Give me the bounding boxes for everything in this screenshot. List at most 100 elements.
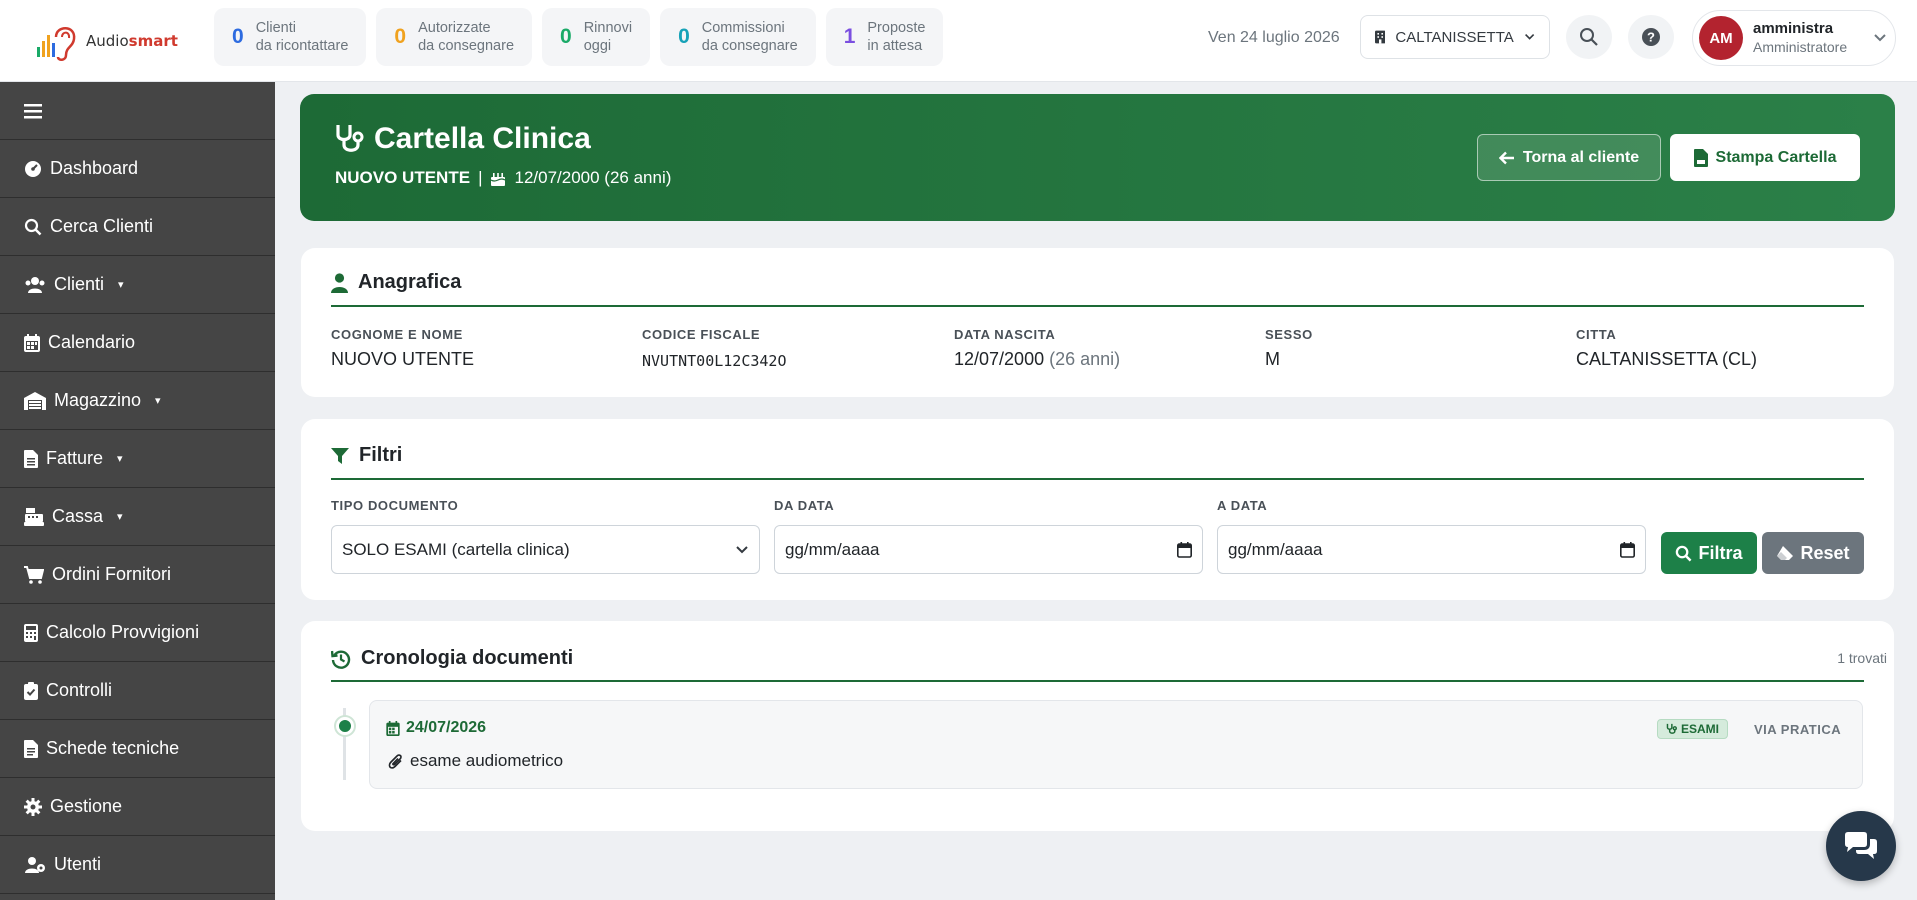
user-role: Amministratore (1753, 39, 1848, 55)
field-label-sesso: SESSO (1265, 327, 1313, 342)
tipo-documento-select[interactable]: SOLO ESAMI (cartella clinica) (331, 525, 760, 574)
counter-commissioni[interactable]: 0 Commissioni da consegnare (660, 8, 816, 66)
file-pdf-icon (1693, 148, 1708, 167)
sidebar-item-label: Magazzino (54, 390, 142, 410)
back-to-client-label: Torna al cliente (1522, 148, 1640, 166)
sidebar-item-cerca-clienti[interactable]: Cerca Clienti (0, 198, 275, 256)
field-value-nome: NUOVO UTENTE (331, 349, 475, 369)
da-data-placeholder: gg/mm/aaaa (785, 539, 880, 559)
gauge-icon (25, 160, 41, 177)
user-icon (331, 272, 348, 293)
history-icon (331, 650, 351, 669)
clipboard-check-icon (24, 681, 38, 700)
entry-description: esame audiometrico (388, 751, 563, 771)
stethoscope-icon (336, 125, 364, 152)
field-value-data-nascita: 12/07/2000 (26 anni) (954, 349, 1121, 369)
field-value-citta: CALTANISSETTA (CL) (1576, 349, 1758, 369)
status-badge-text: ESAMI (1681, 722, 1720, 736)
eraser-icon (1777, 546, 1794, 560)
chat-button[interactable] (1826, 811, 1896, 881)
sidebar-item-clienti[interactable]: Clienti ▾ (0, 256, 275, 314)
reset-button[interactable]: Reset (1762, 532, 1864, 574)
counter-value: 0 (678, 25, 690, 48)
patient-summary: NUOVO UTENTE | 12/07/2000 (26 anni) (335, 168, 671, 188)
timeline-entry[interactable]: 24/07/2026 esame audiometrico ESAMI VIA … (369, 700, 1863, 789)
counter-label: Proposte in attesa (867, 20, 926, 54)
file-text-icon (24, 739, 38, 758)
users-gear-icon (25, 856, 45, 873)
calendar-icon (1620, 541, 1635, 558)
sidebar-item-label: Ordini Fornitori (52, 564, 172, 584)
counter-value: 0 (394, 25, 407, 48)
user-menu[interactable]: AM amministra Amministratore (1692, 10, 1896, 66)
filters-title: Filtri (331, 444, 402, 467)
sidebar-item-label: Dashboard (50, 158, 139, 178)
search-button[interactable] (1566, 15, 1612, 59)
chevron-down-icon (736, 545, 748, 553)
current-date: Ven 24 luglio 2026 (1208, 29, 1340, 46)
birthday-cake-icon (491, 173, 506, 186)
sidebar-item-dashboard[interactable]: Dashboard (0, 140, 275, 198)
sidebar-item-utenti[interactable]: Utenti (0, 836, 275, 894)
counter-autorizzate[interactable]: 0 Autorizzate da consegnare (376, 8, 533, 66)
app-name: Audiosmart (86, 32, 178, 50)
filter-icon (331, 447, 349, 464)
branch-selector[interactable]: CALTANISSETTA (1360, 15, 1550, 59)
patient-birth: 12/07/2000 (26 anni) (514, 168, 672, 187)
filters-title-text: Filtri (359, 444, 403, 466)
caret-down-icon: ▾ (117, 511, 123, 523)
da-data-label: DA DATA (774, 498, 835, 513)
back-to-client-button[interactable]: Torna al cliente (1477, 134, 1661, 181)
tipo-documento-label: TIPO DOCUMENTO (331, 498, 459, 513)
counter-clienti-ricontattare[interactable]: 0 Clienti da ricontattare (214, 8, 367, 66)
caret-down-icon: ▾ (155, 395, 161, 407)
counter-label: Autorizzate da consegnare (418, 20, 515, 54)
entry-source: VIA PRATICA (1754, 722, 1842, 737)
user-name: amministra (1753, 20, 1834, 37)
print-record-button[interactable]: Stampa Cartella (1670, 134, 1860, 181)
sidebar-item-cassa[interactable]: Cassa ▾ (0, 488, 275, 546)
anagrafica-title-text: Anagrafica (358, 271, 462, 293)
avatar: AM (1699, 16, 1743, 60)
field-label-data-nascita: DATA NASCITA (954, 327, 1056, 342)
sidebar-item-schede-tecniche[interactable]: Schede tecniche (0, 720, 275, 778)
calendar-icon (24, 333, 40, 352)
status-badge: ESAMI (1657, 719, 1729, 739)
da-data-input[interactable]: gg/mm/aaaa (774, 525, 1203, 574)
question-icon: ? (1642, 28, 1660, 46)
a-data-input[interactable]: gg/mm/aaaa (1217, 525, 1646, 574)
gear-icon (24, 797, 42, 816)
search-icon (24, 218, 42, 235)
sidebar-item-controlli[interactable]: Controlli (0, 662, 275, 720)
entry-description-text: esame audiometrico (410, 751, 564, 770)
counter-value: 0 (232, 25, 244, 48)
counter-proposte[interactable]: 1 Proposte in attesa (825, 8, 944, 66)
field-label-citta: CITTA (1576, 327, 1617, 342)
filter-button[interactable]: Filtra (1661, 532, 1757, 574)
sidebar-item-fatture[interactable]: Fatture ▾ (0, 430, 275, 488)
counter-value: 1 (843, 25, 856, 48)
sidebar-item-calendario[interactable]: Calendario (0, 314, 275, 372)
calendar-icon (1177, 541, 1192, 558)
app-logo[interactable]: Audiosmart (34, 14, 184, 68)
caret-down-icon: ▾ (118, 279, 124, 291)
sidebar-toggle[interactable] (0, 82, 275, 140)
entry-date-text: 24/07/2026 (406, 719, 487, 736)
chat-icon (1845, 832, 1877, 859)
search-icon (1580, 28, 1598, 46)
timeline-title: Cronologia documenti (331, 647, 573, 670)
sidebar-item-magazzino[interactable]: Magazzino ▾ (0, 372, 275, 430)
sidebar-item-calcolo-provvigioni[interactable]: Calcolo Provvigioni (0, 604, 275, 662)
field-value-sesso: M (1265, 349, 1280, 369)
top-bar: Audiosmart 0 Clienti da ricontattare 0 Au… (0, 0, 1917, 82)
sidebar-item-label: Cassa (52, 506, 104, 526)
branch-name: CALTANISSETTA (1395, 28, 1514, 46)
counter-rinnovi[interactable]: 0 Rinnovi oggi (542, 8, 651, 66)
cash-register-icon (24, 507, 44, 526)
sidebar-item-label: Schede tecniche (46, 738, 180, 758)
sidebar-item-gestione[interactable]: Gestione (0, 778, 275, 836)
sidebar-item-label: Gestione (50, 796, 123, 816)
sidebar-item-ordini-fornitori[interactable]: Ordini Fornitori (0, 546, 275, 604)
help-button[interactable]: ? (1628, 15, 1674, 59)
calendar-icon (386, 720, 400, 736)
